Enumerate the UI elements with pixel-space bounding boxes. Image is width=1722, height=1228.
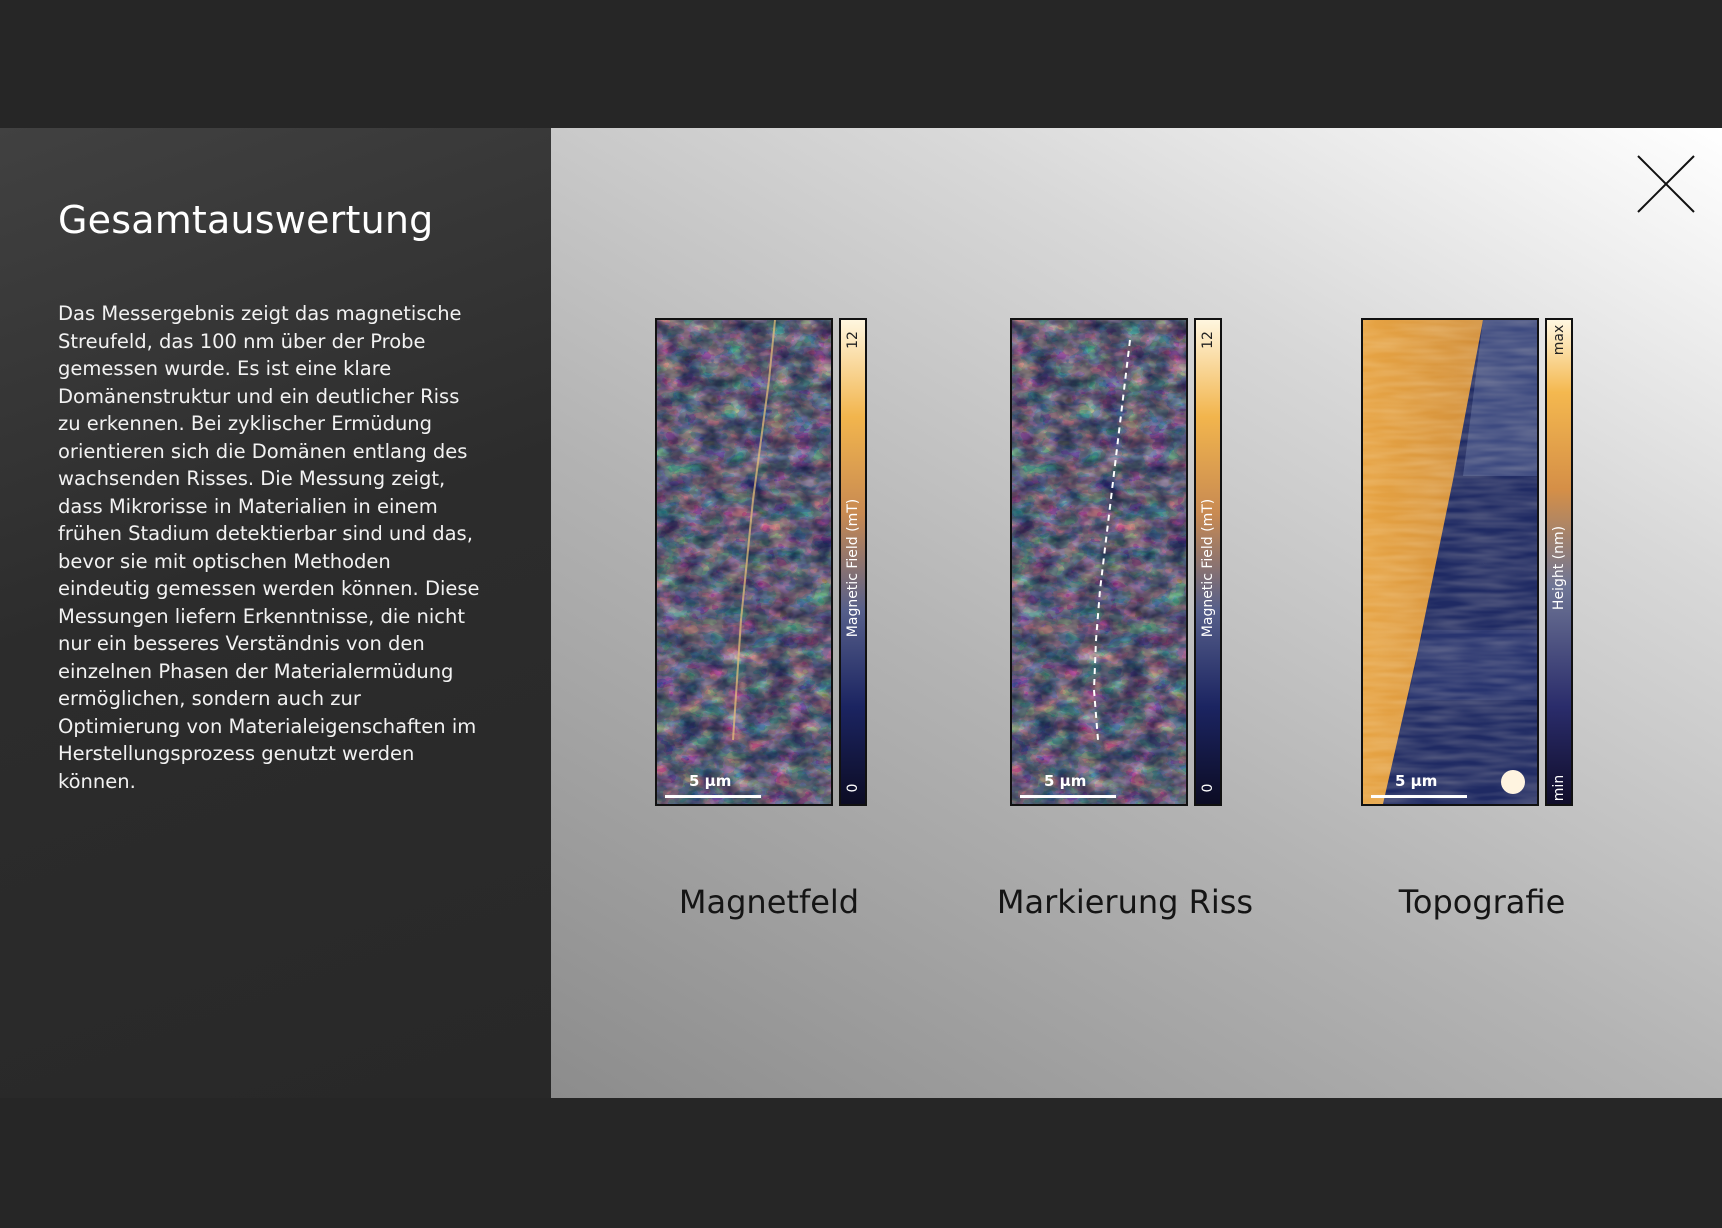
figure-topografie: 5 µm max Height (nm) min [1361,318,1583,808]
close-button[interactable] [1634,152,1698,216]
scale-bar: 5 µm [1020,772,1116,798]
colorbar-max: 12 [845,331,861,349]
colorbar-min: 0 [845,783,861,793]
colorbar: 12 Magnetic Field (mT) 0 [1194,318,1222,806]
topography-image: 5 µm [1361,318,1539,806]
figure-markierung-riss: 5 µm 12 Magnetic Field (mT) 0 [1010,318,1232,808]
scale-bar-label: 5 µm [1044,772,1087,790]
scale-bar: 5 µm [1371,772,1467,798]
magnetic-field-image: 5 µm [655,318,833,806]
evaluation-modal: Gesamtauswertung Das Messergebnis zeigt … [0,128,1722,1098]
colorbar-min: min [1551,774,1567,802]
figure-viewer: 5 µm 12 Magnetic Field (mT) 0 5 µm 12 Ma… [551,128,1722,1098]
colorbar-label: Height (nm) [1551,525,1567,611]
colorbar-min: 0 [1200,783,1216,793]
caption-topografie: Topografie [1398,883,1566,921]
scale-bar-label: 5 µm [1395,772,1438,790]
crack-marked-image: 5 µm [1010,318,1188,806]
scale-bar: 5 µm [665,772,761,798]
colorbar-max: max [1551,324,1567,356]
figure-magnetfeld: 5 µm 12 Magnetic Field (mT) 0 [655,318,877,808]
colorbar: max Height (nm) min [1545,318,1573,806]
text-panel: Gesamtauswertung Das Messergebnis zeigt … [0,128,551,1098]
panel-description: Das Messergebnis zeigt das magnetische S… [58,302,480,793]
colorbar-max: 12 [1200,331,1216,349]
scale-bar-label: 5 µm [689,772,732,790]
colorbar-label: Magnetic Field (mT) [1200,498,1216,638]
colorbar: 12 Magnetic Field (mT) 0 [839,318,867,806]
caption-markierung-riss: Markierung Riss [996,883,1254,921]
colorbar-label: Magnetic Field (mT) [845,498,861,638]
close-x-icon [1637,155,1695,213]
panel-title: Gesamtauswertung [58,198,434,242]
caption-magnetfeld: Magnetfeld [678,883,860,921]
